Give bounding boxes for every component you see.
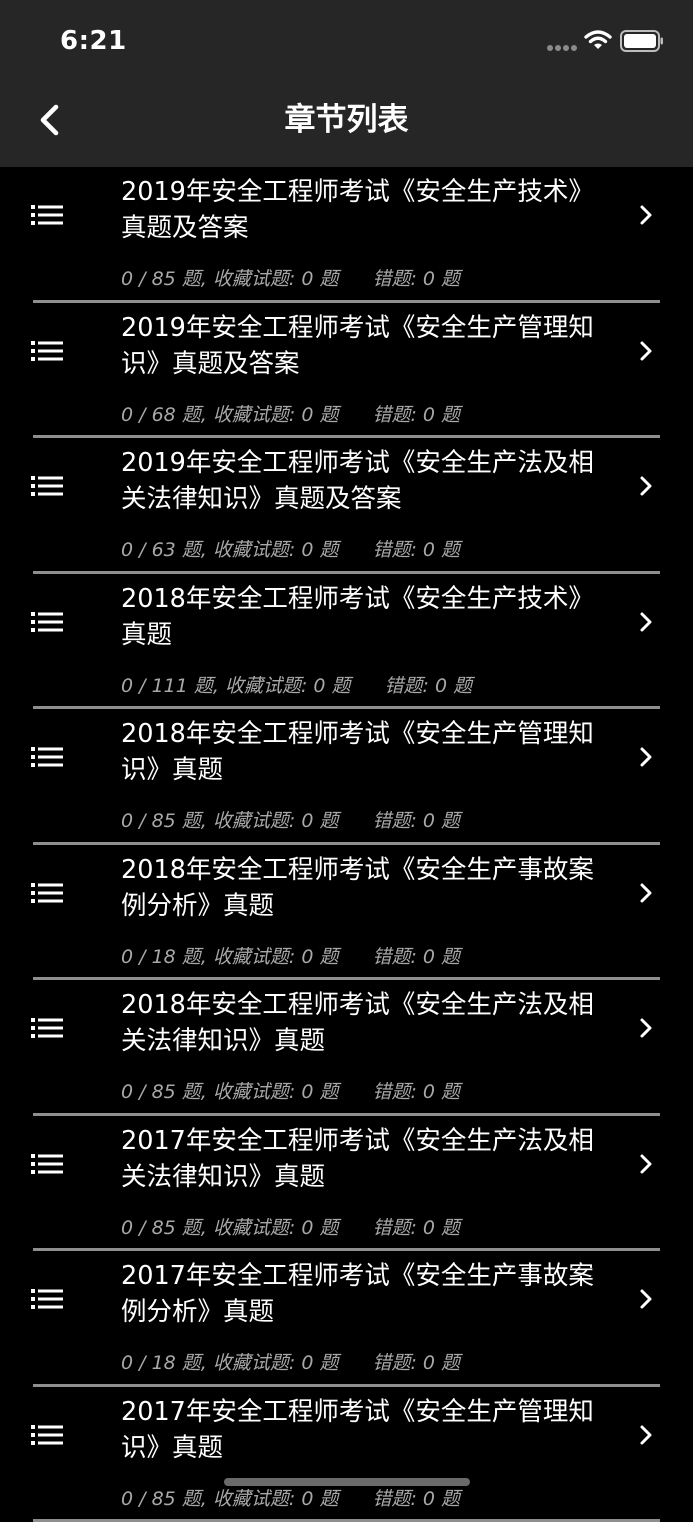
- favorites-count: 收藏试题: 0 题: [225, 675, 351, 697]
- chapter-stats: 0 / 63 题, 收藏试题: 0 题 错题: 0 题: [121, 535, 460, 562]
- question-progress: 0 / 111 题,: [121, 675, 219, 697]
- list-icon: [31, 340, 63, 362]
- favorites-count: 收藏试题: 0 题: [213, 1081, 339, 1103]
- favorites-count: 收藏试题: 0 题: [213, 1352, 339, 1374]
- favorites-count: 收藏试题: 0 题: [213, 1488, 339, 1510]
- navigation-header: 6:21 章节列表: [0, 0, 693, 167]
- question-progress: 0 / 18 题,: [121, 1352, 207, 1374]
- errors-count: 错题: 0 题: [372, 1081, 460, 1103]
- home-indicator: [224, 1478, 470, 1486]
- chapter-stats: 0 / 85 题, 收藏试题: 0 题 错题: 0 题: [121, 1484, 460, 1511]
- errors-count: 错题: 0 题: [372, 1352, 460, 1374]
- chapter-list-item[interactable]: 2019年安全工程师考试《安全生产管理知识》真题及答案 0 / 68 题, 收藏试…: [0, 303, 693, 439]
- favorites-count: 收藏试题: 0 题: [213, 810, 339, 832]
- chapter-title: 2017年安全工程师考试《安全生产事故案例分析》真题: [121, 1258, 601, 1330]
- question-progress: 0 / 85 题,: [121, 268, 207, 290]
- errors-count: 错题: 0 题: [385, 675, 473, 697]
- chapter-title: 2018年安全工程师考试《安全生产技术》真题: [121, 581, 601, 653]
- chevron-right-icon: [638, 1016, 654, 1040]
- favorites-count: 收藏试题: 0 题: [213, 946, 339, 968]
- page-title: 章节列表: [0, 98, 693, 142]
- question-progress: 0 / 85 题,: [121, 1081, 207, 1103]
- question-progress: 0 / 85 题,: [121, 810, 207, 832]
- chapter-list-item[interactable]: 2018年安全工程师考试《安全生产技术》真题 0 / 111 题, 收藏试题: 0…: [0, 574, 693, 710]
- chapter-stats: 0 / 85 题, 收藏试题: 0 题 错题: 0 题: [121, 264, 460, 291]
- chapter-title: 2018年安全工程师考试《安全生产法及相关法律知识》真题: [121, 987, 601, 1059]
- chapter-title: 2017年安全工程师考试《安全生产管理知识》真题: [121, 1394, 601, 1466]
- chapter-list-item[interactable]: 2018年安全工程师考试《安全生产法及相关法律知识》真题 0 / 85 题, 收藏…: [0, 980, 693, 1116]
- favorites-count: 收藏试题: 0 题: [213, 404, 339, 426]
- chevron-right-icon: [638, 745, 654, 769]
- chapter-stats: 0 / 85 题, 收藏试题: 0 题 错题: 0 题: [121, 1213, 460, 1240]
- errors-count: 错题: 0 题: [372, 539, 460, 561]
- chevron-right-icon: [638, 1423, 654, 1447]
- chevron-right-icon: [638, 881, 654, 905]
- list-icon: [31, 1288, 63, 1310]
- errors-count: 错题: 0 题: [372, 1488, 460, 1510]
- chevron-right-icon: [638, 1152, 654, 1176]
- chapter-title: 2019年安全工程师考试《安全生产技术》真题及答案: [121, 174, 601, 246]
- question-progress: 0 / 63 题,: [121, 539, 207, 561]
- chapter-title: 2017年安全工程师考试《安全生产法及相关法律知识》真题: [121, 1123, 601, 1195]
- list-icon: [31, 882, 63, 904]
- chapter-list-item[interactable]: 2019年安全工程师考试《安全生产技术》真题及答案 0 / 85 题, 收藏试题:…: [0, 167, 693, 303]
- errors-count: 错题: 0 题: [372, 404, 460, 426]
- chapter-stats: 0 / 111 题, 收藏试题: 0 题 错题: 0 题: [121, 671, 472, 698]
- chapter-stats: 0 / 18 题, 收藏试题: 0 题 错题: 0 题: [121, 942, 460, 969]
- favorites-count: 收藏试题: 0 题: [213, 1217, 339, 1239]
- chapter-stats: 0 / 85 题, 收藏试题: 0 题 错题: 0 题: [121, 1077, 460, 1104]
- chevron-right-icon: [638, 474, 654, 498]
- chapter-title: 2018年安全工程师考试《安全生产管理知识》真题: [121, 716, 601, 788]
- chapter-list: 2019年安全工程师考试《安全生产技术》真题及答案 0 / 85 题, 收藏试题:…: [0, 167, 693, 1522]
- list-icon: [31, 1424, 63, 1446]
- favorites-count: 收藏试题: 0 题: [213, 268, 339, 290]
- chevron-right-icon: [638, 1287, 654, 1311]
- chapter-title: 2019年安全工程师考试《安全生产管理知识》真题及答案: [121, 310, 601, 382]
- chapter-title: 2018年安全工程师考试《安全生产事故案例分析》真题: [121, 852, 601, 924]
- chevron-right-icon: [638, 610, 654, 634]
- chapter-stats: 0 / 85 题, 收藏试题: 0 题 错题: 0 题: [121, 806, 460, 833]
- question-progress: 0 / 85 题,: [121, 1217, 207, 1239]
- errors-count: 错题: 0 题: [372, 268, 460, 290]
- list-icon: [31, 611, 63, 633]
- chapter-stats: 0 / 68 题, 收藏试题: 0 题 错题: 0 题: [121, 400, 460, 427]
- chapter-title: 2019年安全工程师考试《安全生产法及相关法律知识》真题及答案: [121, 445, 601, 517]
- battery-icon: [620, 30, 664, 52]
- errors-count: 错题: 0 题: [372, 810, 460, 832]
- wifi-icon: [584, 28, 612, 52]
- chapter-list-item[interactable]: 2018年安全工程师考试《安全生产管理知识》真题 0 / 85 题, 收藏试题: …: [0, 709, 693, 845]
- question-progress: 0 / 85 题,: [121, 1488, 207, 1510]
- chapter-list-item[interactable]: 2018年安全工程师考试《安全生产事故案例分析》真题 0 / 18 题, 收藏试题…: [0, 845, 693, 981]
- chapter-stats: 0 / 18 题, 收藏试题: 0 题 错题: 0 题: [121, 1348, 460, 1375]
- list-icon: [31, 746, 63, 768]
- chapter-list-item[interactable]: 2017年安全工程师考试《安全生产管理知识》真题 0 / 85 题, 收藏试题: …: [0, 1387, 693, 1522]
- chapter-list-item[interactable]: 2017年安全工程师考试《安全生产法及相关法律知识》真题 0 / 85 题, 收藏…: [0, 1116, 693, 1252]
- cellular-signal-icon: [546, 44, 578, 52]
- favorites-count: 收藏试题: 0 题: [213, 539, 339, 561]
- list-icon: [31, 1017, 63, 1039]
- errors-count: 错题: 0 题: [372, 1217, 460, 1239]
- list-icon: [31, 204, 63, 226]
- list-icon: [31, 1153, 63, 1175]
- chevron-right-icon: [638, 339, 654, 363]
- chevron-right-icon: [638, 203, 654, 227]
- question-progress: 0 / 18 题,: [121, 946, 207, 968]
- chapter-list-item[interactable]: 2019年安全工程师考试《安全生产法及相关法律知识》真题及答案 0 / 63 题,…: [0, 438, 693, 574]
- list-icon: [31, 475, 63, 497]
- errors-count: 错题: 0 题: [372, 946, 460, 968]
- status-time: 6:21: [60, 26, 127, 56]
- question-progress: 0 / 68 题,: [121, 404, 207, 426]
- chapter-list-item[interactable]: 2017年安全工程师考试《安全生产事故案例分析》真题 0 / 18 题, 收藏试题…: [0, 1251, 693, 1387]
